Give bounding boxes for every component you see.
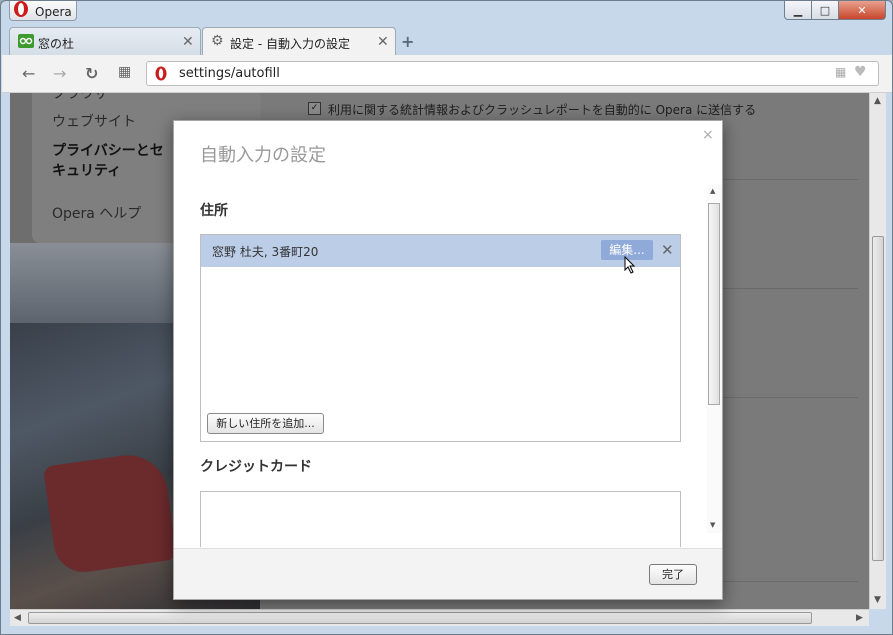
close-window-button[interactable]: ✕ <box>838 1 886 20</box>
credit-card-list <box>200 491 681 547</box>
scroll-down-arrow-icon[interactable]: ▼ <box>710 521 715 529</box>
close-tab-icon[interactable]: ✕ <box>377 34 389 50</box>
back-button[interactable]: ← <box>22 64 35 83</box>
mouse-cursor-icon <box>624 256 636 274</box>
browser-window: Opera ▁ □ ✕ 窓の杜 ✕ ⚙ 設定 - 自動入力の設定 ✕ + ← →… <box>0 0 893 635</box>
opera-logo-icon <box>14 1 28 17</box>
speed-dial-add-icon[interactable]: ▦ <box>835 65 846 79</box>
window-controls: ▁ □ ✕ <box>784 1 887 21</box>
dialog-scrollbar[interactable]: ▲ ▼ <box>707 185 722 533</box>
address-text: 窓野 杜夫, 3番町20 <box>212 245 319 259</box>
tab-settings-autofill[interactable]: ⚙ 設定 - 自動入力の設定 ✕ <box>202 27 396 55</box>
opera-menu-button[interactable]: Opera <box>9 1 77 21</box>
stats-checkbox-label: 利用に関する統計情報およびクラッシュレポートを自動的に Opera に送信する <box>328 103 757 117</box>
reload-button[interactable]: ↻ <box>85 64 98 83</box>
scroll-right-arrow-icon[interactable]: ▶ <box>856 613 863 623</box>
dialog-footer: 完了 <box>174 548 722 599</box>
site-favicon-icon <box>18 34 34 48</box>
scrollbar-thumb[interactable] <box>708 203 720 405</box>
scroll-up-arrow-icon[interactable]: ▲ <box>874 96 881 106</box>
done-button[interactable]: 完了 <box>649 564 697 585</box>
gear-icon: ⚙ <box>211 33 224 49</box>
scroll-up-arrow-icon[interactable]: ▲ <box>710 187 715 195</box>
forward-button[interactable]: → <box>53 64 66 83</box>
close-tab-icon[interactable]: ✕ <box>182 34 194 50</box>
new-tab-button[interactable]: + <box>401 32 414 51</box>
remove-address-button[interactable]: ✕ <box>661 241 674 259</box>
address-list: 窓野 杜夫, 3番町20 編集... ✕ 新しい住所を追加... <box>200 234 681 442</box>
scrollbar-thumb[interactable] <box>28 612 812 624</box>
scroll-down-arrow-icon[interactable]: ▼ <box>874 595 881 605</box>
autofill-settings-dialog: 自動入力の設定 × 住所 窓野 杜夫, 3番町20 編集... ✕ 新しい住所を… <box>173 120 723 600</box>
scrollbar-thumb[interactable] <box>872 236 884 561</box>
page-horizontal-scrollbar[interactable]: ◀ ▶ <box>10 609 869 626</box>
tab-madonomori[interactable]: 窓の杜 ✕ <box>9 27 201 55</box>
sidebar-item-websites[interactable]: ウェブサイト <box>52 111 136 131</box>
wingsuit-figure <box>42 450 178 576</box>
tab-label: 設定 - 自動入力の設定 <box>230 37 350 51</box>
heart-icon[interactable]: ♥ <box>854 64 867 80</box>
toolbar: ← → ↻ ▦ settings/autofill ▦ ♥ <box>2 55 892 93</box>
stats-checkbox[interactable]: ✓ <box>308 102 321 115</box>
add-address-button[interactable]: 新しい住所を追加... <box>207 413 324 434</box>
sidebar-item-help[interactable]: Opera ヘルプ <box>52 203 141 223</box>
app-title: Opera <box>35 5 72 19</box>
dialog-title: 自動入力の設定 <box>200 145 326 166</box>
page-vertical-scrollbar[interactable]: ▲ ▼ <box>869 93 886 609</box>
sidebar-item-privacy[interactable]: プライバシーとセキュリティ <box>52 141 172 181</box>
url-text: settings/autofill <box>179 66 280 81</box>
dialog-body: 住所 窓野 杜夫, 3番町20 編集... ✕ 新しい住所を追加... クレジッ… <box>174 185 722 547</box>
opera-logo-icon <box>155 66 167 81</box>
tab-label: 窓の杜 <box>38 37 75 51</box>
minimize-button[interactable]: ▁ <box>784 1 812 20</box>
address-section-title: 住所 <box>200 203 228 219</box>
sidebar-item-browser[interactable]: ブラウザ <box>52 93 108 103</box>
speed-dial-icon[interactable]: ▦ <box>118 64 131 80</box>
address-bar[interactable]: settings/autofill ▦ ♥ <box>146 61 879 86</box>
close-dialog-button[interactable]: × <box>702 127 714 143</box>
maximize-button[interactable]: □ <box>811 1 839 20</box>
credit-card-section-title: クレジットカード <box>200 459 312 475</box>
scroll-left-arrow-icon[interactable]: ◀ <box>14 613 21 623</box>
address-row[interactable]: 窓野 杜夫, 3番町20 編集... ✕ <box>201 235 680 274</box>
